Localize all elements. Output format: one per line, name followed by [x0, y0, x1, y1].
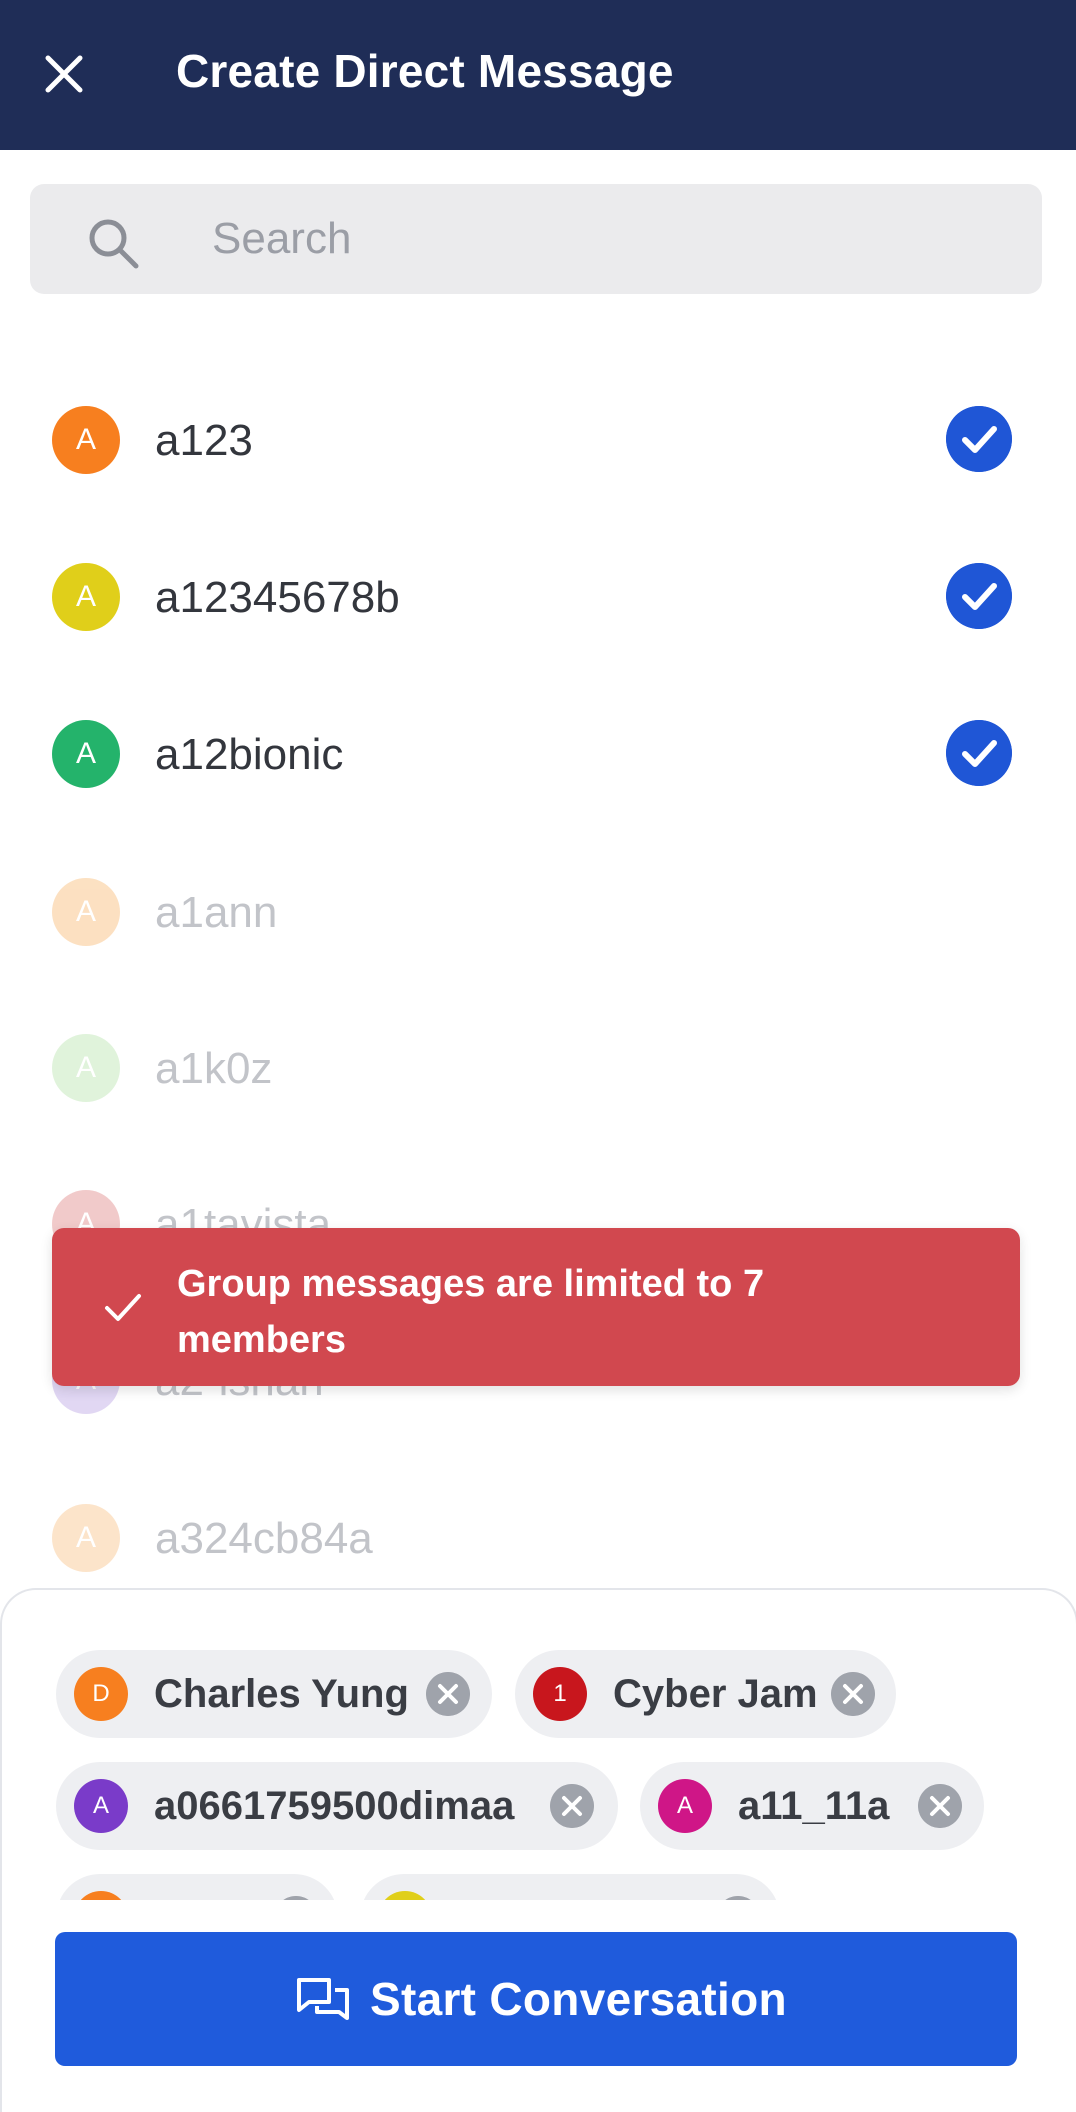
avatar: A	[74, 1891, 128, 1900]
member-chip-label: a0661759500dimaa	[154, 1784, 515, 1828]
contact-name: a1k0z	[155, 1044, 273, 1093]
avatar: A	[52, 406, 120, 474]
member-chip-label: Cyber Jam	[613, 1672, 818, 1716]
remove-chip-icon[interactable]	[426, 1672, 470, 1716]
member-chip: A a11_11a	[640, 1762, 984, 1850]
contact-row[interactable]: A a324cb84a	[0, 1468, 1076, 1608]
contact-row[interactable]: A a12345678b	[0, 527, 1076, 667]
start-conversation-label: Start Conversation	[370, 1973, 787, 2025]
page-title: Create Direct Message	[176, 45, 674, 97]
contact-row[interactable]: A a12bionic	[0, 684, 1076, 824]
contact-row[interactable]: A a1k0z	[0, 998, 1076, 1138]
remove-chip-icon[interactable]	[274, 1896, 318, 1900]
limit-toast: Group messages are limited to 7 members	[52, 1228, 1020, 1386]
selected-members-list: D Charles Yung 1 Cyber Jam A a0661759500…	[2, 1590, 1076, 1900]
avatar: A	[52, 563, 120, 631]
check-icon	[105, 1294, 141, 1321]
avatar: A	[52, 1034, 120, 1102]
member-chip: 1 Cyber Jam	[515, 1650, 896, 1738]
contact-name: a324cb84a	[155, 1514, 373, 1563]
selected-check-icon	[946, 406, 1012, 472]
remove-chip-icon[interactable]	[716, 1896, 760, 1900]
remove-chip-icon[interactable]	[831, 1672, 875, 1716]
avatar: A	[74, 1779, 128, 1833]
toast-message: Group messages are limited to 7 members	[177, 1263, 765, 1361]
contact-name: a123	[155, 416, 253, 465]
contact-name: a1ann	[155, 888, 278, 937]
contact-name: a12345678b	[155, 573, 400, 622]
app-header: Create Direct Message	[0, 0, 1076, 150]
close-icon[interactable]	[40, 50, 88, 98]
contact-row[interactable]: A a1ann	[0, 842, 1076, 982]
start-conversation-button[interactable]: Start Conversation	[55, 1932, 1017, 2066]
avatar: A	[52, 720, 120, 788]
member-chip: A a0661759500dimaa	[56, 1762, 618, 1850]
avatar: A	[52, 878, 120, 946]
avatar: D	[74, 1667, 128, 1721]
avatar: A	[378, 1891, 432, 1900]
contact-name: a12bionic	[155, 730, 344, 779]
member-chip-label: Charles Yung	[154, 1672, 409, 1716]
member-chip: A	[56, 1874, 338, 1900]
chat-bubbles-icon	[297, 1978, 349, 2020]
remove-chip-icon[interactable]	[550, 1784, 594, 1828]
remove-chip-icon[interactable]	[918, 1784, 962, 1828]
contact-row[interactable]: A a123	[0, 370, 1076, 510]
member-chip-label: a11_11a	[738, 1784, 890, 1828]
search-input[interactable]: Search	[30, 184, 1042, 294]
search-placeholder: Search	[212, 214, 352, 263]
selected-check-icon	[946, 720, 1012, 786]
avatar: A	[52, 1504, 120, 1572]
avatar: 1	[533, 1667, 587, 1721]
search-icon	[89, 219, 139, 269]
member-chip: D Charles Yung	[56, 1650, 492, 1738]
avatar: A	[658, 1779, 712, 1833]
selected-check-icon	[946, 563, 1012, 629]
member-chip: A	[360, 1874, 780, 1900]
